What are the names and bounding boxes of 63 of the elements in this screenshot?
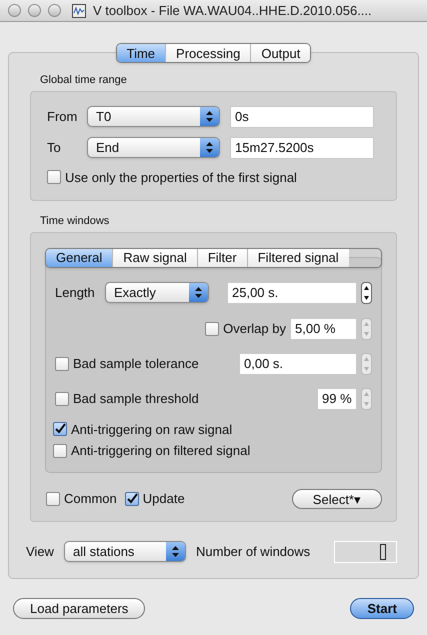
checkbox[interactable] — [53, 444, 67, 458]
down-arrow-icon — [364, 332, 369, 336]
checkbox[interactable] — [124, 492, 139, 506]
down-arrow-icon — [364, 402, 369, 406]
input-field[interactable]: 0,00 s. — [239, 352, 357, 374]
checkbox[interactable] — [46, 492, 60, 506]
tab[interactable]: Time — [116, 44, 166, 62]
down-arrow-icon — [364, 296, 369, 300]
field-label: Number of windows — [196, 542, 310, 561]
updown-arrows-icon — [166, 542, 185, 561]
group-title: Time windows — [39, 214, 110, 229]
checkbox-label: Overlap by — [223, 320, 286, 338]
field-label: From — [47, 108, 78, 126]
checkbox-label: Bad sample threshold — [73, 390, 199, 408]
input-field[interactable]: 15m27.5200s — [230, 136, 374, 158]
dropdown[interactable]: T0 — [87, 106, 220, 127]
up-arrow-icon — [364, 356, 369, 360]
field-label: View — [26, 542, 55, 561]
dropdown[interactable]: End — [87, 137, 220, 158]
up-arrow-icon — [364, 322, 369, 326]
window-title: V toolbox - File WA.WAU04..HHE.D.2010.056.... — [93, 2, 372, 20]
window-control-icon[interactable] — [28, 4, 41, 17]
checkbox-label: Bad sample tolerance — [73, 354, 199, 373]
checkbox[interactable] — [55, 356, 69, 370]
window-control-icon[interactable] — [48, 4, 61, 17]
up-arrow-icon — [364, 286, 369, 290]
input-field[interactable]: 0s — [230, 106, 374, 128]
checkbox[interactable] — [205, 322, 220, 336]
input-field[interactable] — [334, 540, 397, 562]
load-parameters-button[interactable]: Load parameters — [13, 598, 146, 619]
missing-glyph-icon — [380, 544, 386, 560]
window-control-icon[interactable] — [8, 4, 21, 17]
checkbox-label: Common — [64, 490, 117, 508]
updown-arrows-icon — [200, 107, 219, 126]
dropdown[interactable]: Exactly — [105, 282, 209, 303]
input-field[interactable]: 99 % — [317, 388, 357, 410]
down-arrow-icon — [364, 366, 369, 370]
checkbox[interactable] — [47, 170, 61, 184]
checkbox-label: Update — [142, 490, 185, 508]
tab[interactable]: Processing — [165, 44, 250, 62]
updown-arrows-icon — [189, 283, 208, 302]
app-icon — [72, 4, 86, 18]
checkbox-label: Use only the properties of the first signal — [65, 168, 297, 187]
up-arrow-icon — [364, 392, 369, 396]
select-button[interactable]: Select*▾ — [292, 488, 382, 508]
updown-arrows-icon — [200, 138, 219, 157]
group-title: Global time range — [39, 73, 128, 88]
tab[interactable]: General — [46, 248, 112, 266]
stepper[interactable] — [361, 282, 372, 304]
tab[interactable]: Filtered signal — [246, 248, 349, 266]
tab[interactable]: Raw signal — [112, 248, 197, 266]
checkbox-label: Anti-triggering on raw signal — [71, 420, 232, 439]
checkbox[interactable] — [55, 392, 69, 406]
input-field[interactable]: 5,00 % — [290, 318, 357, 340]
start-button[interactable]: Start — [350, 598, 414, 619]
input-field[interactable]: 25,00 s. — [227, 282, 357, 304]
checkbox[interactable] — [53, 422, 67, 436]
dropdown[interactable]: all stations — [64, 541, 186, 562]
tab[interactable]: Output — [250, 44, 310, 62]
checkbox-label: Anti-triggering on filtered signal — [71, 442, 250, 460]
field-label: To — [47, 138, 62, 157]
field-label: Length — [55, 284, 96, 302]
tab[interactable]: Filter — [196, 248, 247, 266]
